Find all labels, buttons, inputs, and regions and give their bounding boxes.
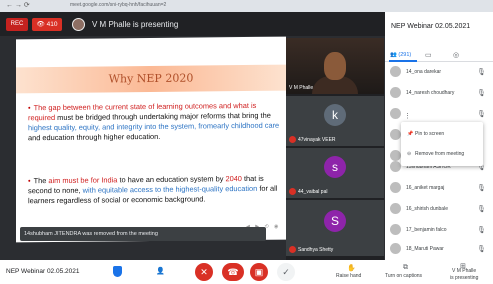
- panel-title: NEP Webinar 02.05.2021: [391, 23, 471, 30]
- presenter-avatar: [72, 18, 85, 31]
- captions-label[interactable]: Turn on captions: [385, 273, 422, 279]
- bullet-text: The: [33, 176, 49, 186]
- presenting-label-1[interactable]: V M Phalle: [452, 268, 476, 274]
- bullet-text: and education through higher education.: [28, 131, 161, 143]
- bullet-text: with equitable access to the highest-qua…: [82, 183, 258, 195]
- menu-item-pin[interactable]: 📌 Pin to screen: [407, 131, 444, 137]
- avatar: [390, 203, 401, 214]
- recording-badge: REC: [6, 18, 28, 31]
- avatar: [390, 182, 401, 193]
- bullet-text: aim must be for India: [48, 175, 118, 186]
- avatar: [390, 224, 401, 235]
- participant-tiles: V M Phalle k 47vinayak VEER s 44_vaibal …: [286, 38, 384, 260]
- list-item[interactable]: 14_ona darekar 🎙: [385, 62, 493, 83]
- avatar: [390, 87, 401, 98]
- list-item[interactable]: 14_naresh choudhary 🎙: [385, 83, 493, 104]
- avatar: [390, 108, 401, 119]
- presenter-video-tile[interactable]: V M Phalle: [286, 38, 384, 94]
- avatar: s: [324, 156, 346, 178]
- browser-chrome: ← → ⟳ meet.google.com/sni-rybq-hnh/facih…: [0, 0, 493, 12]
- more-options-button[interactable]: ✓: [277, 263, 295, 281]
- browser-nav-icons[interactable]: ← → ⟳: [6, 1, 30, 9]
- participant-count: 410: [46, 21, 58, 28]
- participant-tile[interactable]: s 44_vaibal pal: [286, 148, 384, 198]
- mic-off-icon: 🎙: [477, 90, 486, 97]
- bullet-text: highest quality, equity, and integrity i…: [28, 120, 280, 133]
- tile-name: Sandhya Shetty: [289, 246, 333, 253]
- participant-tile[interactable]: S Sandhya Shetty: [286, 200, 384, 256]
- more-options-icon[interactable]: ⋮: [404, 112, 411, 120]
- camera-off-button[interactable]: ▣: [250, 263, 268, 281]
- participant-context-menu: 📌 Pin to screen ⊖ Remove from meeting: [401, 122, 483, 166]
- bullet-icon: •: [28, 176, 31, 186]
- list-item[interactable]: 18_Maruti Pawar 🎙: [385, 239, 493, 260]
- people-icon: 👥: [390, 52, 397, 58]
- list-item[interactable]: 16_aniket margaj 🎙: [385, 178, 493, 199]
- mic-off-icon: [289, 246, 296, 253]
- presenting-label: V M Phalle is presenting: [92, 20, 179, 29]
- participant-count-badge[interactable]: 👁 410: [32, 18, 62, 31]
- mic-off-icon: [289, 188, 296, 195]
- bullet-text: 2040: [225, 174, 242, 184]
- participant-tile[interactable]: k 47vinayak VEER: [286, 96, 384, 146]
- avatar: k: [324, 104, 346, 126]
- people-icon[interactable]: 👤: [156, 267, 165, 275]
- tab-people[interactable]: 👥 (291): [390, 52, 411, 58]
- mic-off-icon: 🎙: [477, 206, 486, 213]
- avatar: [390, 129, 401, 140]
- removal-toast: 14shubham JITENDRA was removed from the …: [20, 227, 266, 241]
- list-item[interactable]: 16_shirish dunbale 🎙: [385, 199, 493, 220]
- bullet-icon: •: [28, 103, 31, 113]
- presentation-slide: Why NEP 2020 • The gap between the curren…: [16, 36, 286, 243]
- avatar: [390, 66, 401, 77]
- mic-off-icon: 🎙: [477, 246, 486, 253]
- chat-icon[interactable]: ▭: [425, 51, 432, 59]
- slide-bullet-1: • The gap between the current state of le…: [28, 101, 280, 144]
- mic-off-icon: 🎙: [477, 227, 486, 234]
- activities-icon[interactable]: ◎: [453, 51, 459, 59]
- menu-item-remove[interactable]: ⊖ Remove from meeting: [407, 151, 464, 157]
- bullet-text: to have an education system by: [117, 174, 226, 185]
- avatar: [390, 243, 401, 254]
- meeting-name: NEP Webinar 02.05.2021: [6, 268, 80, 275]
- raise-hand-icon[interactable]: ✋: [347, 264, 356, 272]
- bottom-bar: NEP Webinar 02.05.2021 👤 ✕ ☎ ▣ ✓ ✋ Raise…: [0, 260, 493, 284]
- mic-off-icon: 🎙: [477, 69, 486, 76]
- presenting-label-2[interactable]: is presenting: [450, 275, 478, 281]
- slide-bullet-2: • The aim must be for India to have an ed…: [28, 174, 280, 207]
- avatar: S: [324, 210, 346, 232]
- mic-off-button[interactable]: ✕: [195, 263, 213, 281]
- tile-name: 44_vaibal pal: [289, 188, 327, 195]
- end-call-button[interactable]: ☎: [222, 263, 244, 281]
- mic-off-icon: 🎙: [477, 185, 486, 192]
- address-bar[interactable]: meet.google.com/sni-rybq-hnh/facihuuan=2: [70, 2, 166, 8]
- tile-name: V M Phalle: [289, 85, 314, 91]
- pin-icon: 📌: [407, 131, 414, 137]
- captions-icon[interactable]: ⧉: [403, 264, 408, 272]
- raise-hand-label[interactable]: Raise hand: [336, 273, 361, 279]
- mic-off-icon: [289, 136, 296, 143]
- mic-off-icon: 🎙: [477, 111, 486, 118]
- eye-icon: 👁: [36, 21, 45, 28]
- shield-icon[interactable]: [113, 266, 122, 277]
- avatar: [390, 161, 401, 172]
- tile-name: 47vinayak VEER: [289, 136, 336, 143]
- person-face: [324, 52, 346, 80]
- remove-icon: ⊖: [407, 151, 412, 157]
- list-item[interactable]: 17_benjamin falco 🎙: [385, 220, 493, 241]
